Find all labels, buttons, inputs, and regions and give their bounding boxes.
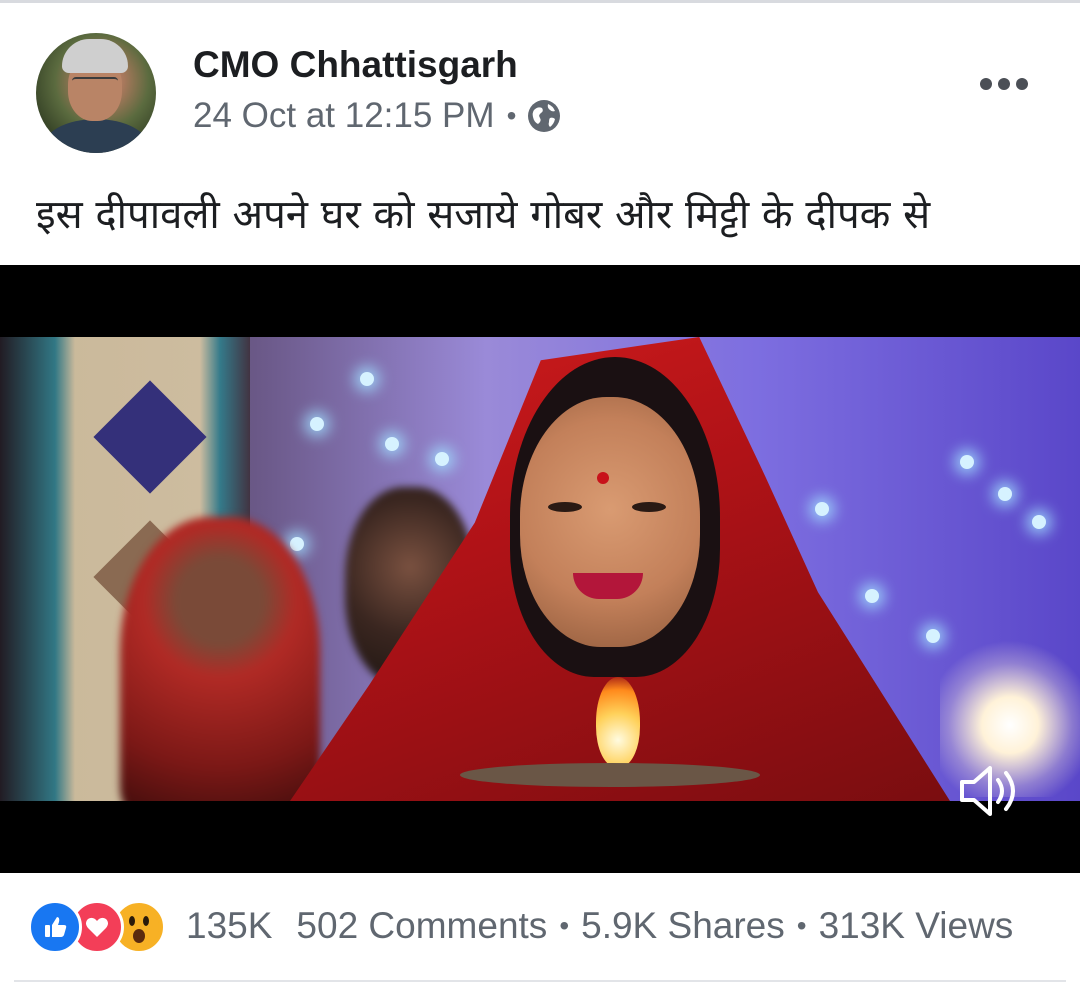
video-light — [1032, 515, 1046, 529]
post-text: इस दीपावली अपने घर को सजाये गोबर और मिट्… — [36, 192, 931, 238]
bottom-divider — [14, 980, 1066, 982]
video-diya-plate — [460, 763, 760, 787]
video-eye — [548, 502, 582, 512]
video-light — [960, 455, 974, 469]
reaction-count[interactable]: 135K — [186, 905, 272, 947]
more-dot — [998, 78, 1010, 90]
video-light — [815, 502, 829, 516]
views-count: 313K Views — [818, 905, 1014, 946]
video-light — [926, 629, 940, 643]
shares-count[interactable]: 5.9K Shares — [581, 905, 785, 947]
avatar-shirt — [42, 119, 150, 153]
video-light — [865, 589, 879, 603]
like-icon — [28, 900, 82, 954]
video-light — [998, 487, 1012, 501]
video-light — [310, 417, 324, 431]
reaction-icons[interactable] — [28, 900, 166, 954]
more-options-icon[interactable] — [980, 78, 1028, 90]
video-bindi — [597, 472, 609, 484]
stats-separator: • — [559, 910, 570, 941]
page-avatar[interactable] — [36, 33, 156, 153]
meta-separator: • — [506, 100, 517, 131]
video-light — [360, 372, 374, 386]
video-frame[interactable] — [0, 337, 1080, 801]
video-face — [520, 397, 700, 647]
page-name-link[interactable]: CMO Chhattisgarh — [193, 44, 518, 86]
video-eye — [632, 502, 666, 512]
volume-icon[interactable] — [956, 760, 1018, 822]
avatar-glasses — [72, 77, 118, 89]
video-light — [385, 437, 399, 451]
video-background-person — [120, 517, 320, 801]
post-stats: 135K 502 Comments • 5.9K Shares • 313K V… — [186, 905, 1013, 947]
stats-separator: • — [796, 910, 807, 941]
avatar-hair — [62, 39, 128, 73]
more-dot — [980, 78, 992, 90]
video-light — [290, 537, 304, 551]
video-light — [435, 452, 449, 466]
more-dot — [1016, 78, 1028, 90]
globe-icon — [528, 100, 561, 132]
top-divider — [0, 0, 1080, 3]
post-timestamp[interactable]: 24 Oct at 12:15 PM — [193, 96, 495, 136]
comments-count[interactable]: 502 Comments — [296, 905, 547, 947]
video-player[interactable] — [0, 265, 1080, 873]
video-diya-flame — [596, 677, 640, 767]
post-meta: 24 Oct at 12:15 PM • — [193, 96, 562, 136]
